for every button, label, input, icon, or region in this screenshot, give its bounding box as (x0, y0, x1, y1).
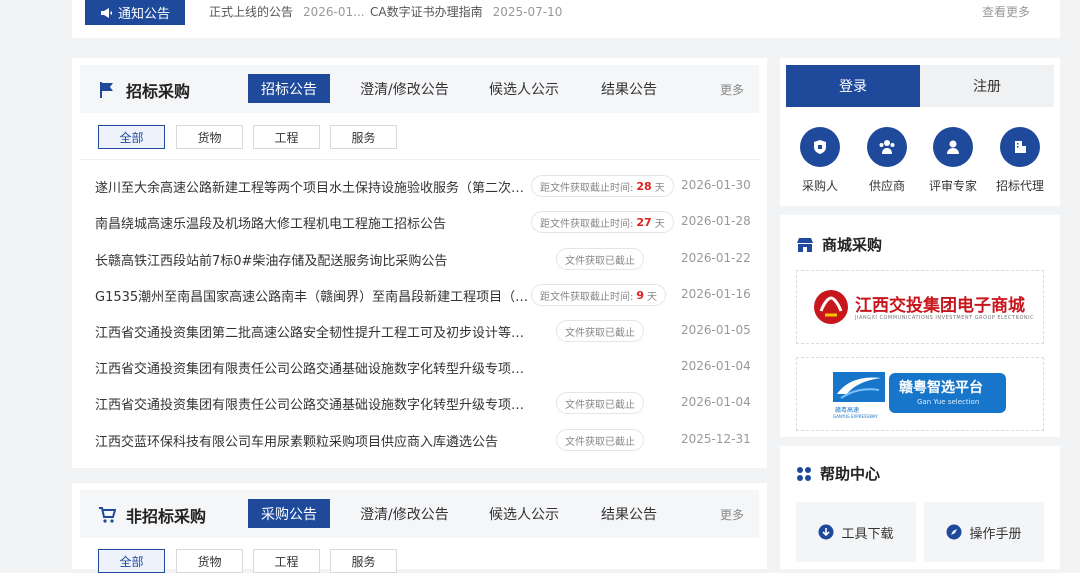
filter-goods[interactable]: 货物 (176, 549, 243, 573)
divider (80, 159, 759, 160)
role-purchaser[interactable]: 采购人 (790, 127, 850, 194)
closed-badge: 文件获取已截止 (556, 392, 644, 414)
notice-bar: 通知公告 正式上线的公告 2026-01... CA数字证书办理指南 2025-07… (72, 0, 1060, 38)
role-agent[interactable]: 招标代理 (990, 127, 1050, 194)
filter-all[interactable]: 全部 (98, 125, 165, 149)
deadline-badge: 距文件获取截止时间: 28 天 (531, 175, 674, 197)
filter-service[interactable]: 服务 (330, 549, 397, 573)
mall-banner-ganyue[interactable]: 赣粤高速 GANYUE EXPRESSWAY 赣粤智选平台 Gan Yue se… (796, 357, 1044, 431)
ganyue-label-box: 赣粤智选平台 Gan Yue selection (889, 373, 1006, 413)
user-icon (947, 140, 959, 154)
tab-candidate[interactable]: 候选人公示 (476, 74, 572, 103)
tab-result[interactable]: 结果公告 (588, 74, 670, 103)
login-tabs: 登录 注册 (786, 65, 1054, 107)
grid-icon (797, 466, 811, 481)
tab-candidate[interactable]: 候选人公示 (476, 499, 572, 528)
closed-badge: 文件获取已截止 (556, 248, 644, 270)
list-item[interactable]: 江西省交通投资集团第二批高速公路安全韧性提升工程工可及初步设计等… 文件获取已截… (95, 320, 751, 344)
tab-bid-notice[interactable]: 招标公告 (248, 74, 330, 103)
tab-result[interactable]: 结果公告 (588, 499, 670, 528)
cart-icon (99, 507, 116, 523)
deadline-badge: 距文件获取截止时间: 27 天 (531, 211, 674, 233)
nonbid-more-link[interactable]: 更多 (720, 506, 744, 523)
bid-panel: 招标采购 招标公告 澄清/修改公告 候选人公示 结果公告 更多 全部 货物 工程… (72, 58, 767, 468)
tab-clarify[interactable]: 澄清/修改公告 (347, 499, 462, 528)
nonbid-panel-header: 非招标采购 采购公告 澄清/修改公告 候选人公示 结果公告 更多 (80, 490, 759, 538)
mall-banner-jxjt[interactable]: 江西交投集团电子商城 JIANGXI COMMUNICATIONS INVEST… (796, 270, 1044, 344)
notice-item[interactable]: CA数字证书办理指南 2025-07-10 (370, 3, 562, 20)
store-icon (797, 237, 813, 252)
deadline-badge: 距文件获取截止时间: 9 天 (531, 284, 667, 306)
help-title: 帮助中心 (796, 463, 880, 484)
megaphone-icon (100, 7, 112, 18)
nonbid-panel: 非招标采购 采购公告 澄清/修改公告 候选人公示 结果公告 更多 全部 货物 工… (72, 483, 767, 573)
nonbid-panel-title: 非招标采购 (98, 503, 206, 527)
manual-button[interactable]: 操作手册 (924, 502, 1044, 562)
list-item[interactable]: 南昌绕城高速乐温段及机场路大修工程机电工程施工招标公告 距文件获取截止时间: 27… (95, 211, 751, 235)
filter-engineering[interactable]: 工程 (253, 549, 320, 573)
filter-service[interactable]: 服务 (330, 125, 397, 149)
tool-download-button[interactable]: 工具下载 (796, 502, 916, 562)
filter-all[interactable]: 全部 (98, 549, 165, 573)
download-cloud-icon (818, 524, 834, 540)
bid-panel-header: 招标采购 招标公告 澄清/修改公告 候选人公示 结果公告 更多 (80, 65, 759, 113)
jxjt-logo-icon (814, 290, 848, 324)
users-icon (879, 140, 895, 154)
notice-item[interactable]: 正式上线的公告 2026-01... (209, 3, 365, 20)
list-item[interactable]: G1535潮州至南昌国家高速公路南丰（赣闽界）至南昌段新建工程项目（… 距文件获… (95, 284, 751, 308)
notice-more-link[interactable]: 查看更多 (982, 3, 1030, 20)
tab-clarify[interactable]: 澄清/修改公告 (347, 74, 462, 103)
building-icon (1015, 141, 1026, 153)
role-expert[interactable]: 评审专家 (923, 127, 983, 194)
role-supplier[interactable]: 供应商 (857, 127, 917, 194)
notice-tag[interactable]: 通知公告 (85, 0, 185, 25)
compass-icon (946, 524, 962, 540)
mall-title: 商城采购 (796, 234, 882, 255)
list-item[interactable]: 江西省交通投资集团有限责任公司公路交通基础设施数字化转型升级专项… 2026-0… (95, 356, 751, 380)
list-item[interactable]: 江西省交通投资集团有限责任公司公路交通基础设施数字化转型升级专项… 文件获取已截… (95, 392, 751, 416)
tab-purchase-notice[interactable]: 采购公告 (248, 499, 330, 528)
list-item[interactable]: 遂川至大余高速公路新建工程等两个项目水土保持设施验收服务（第二次… 距文件获取截… (95, 175, 751, 199)
list-item[interactable]: 长赣高铁江西段站前7标0#柴油存储及配送服务询比采购公告 文件获取已截止 202… (95, 248, 751, 272)
list-item[interactable]: 江西交蓝环保科技有限公司车用尿素颗粒采购项目供应商入库遴选公告 文件获取已截止 … (95, 429, 751, 453)
filter-goods[interactable]: 货物 (176, 125, 243, 149)
shield-icon (814, 140, 826, 154)
filter-engineering[interactable]: 工程 (253, 125, 320, 149)
register-button[interactable]: 注册 (920, 65, 1054, 107)
closed-badge: 文件获取已截止 (556, 320, 644, 342)
ganyue-logo-icon (833, 372, 885, 402)
login-button[interactable]: 登录 (786, 65, 920, 107)
bid-panel-title: 招标采购 (98, 78, 190, 102)
closed-badge: 文件获取已截止 (556, 429, 644, 451)
bid-more-link[interactable]: 更多 (720, 81, 744, 98)
flag-icon (100, 82, 113, 98)
